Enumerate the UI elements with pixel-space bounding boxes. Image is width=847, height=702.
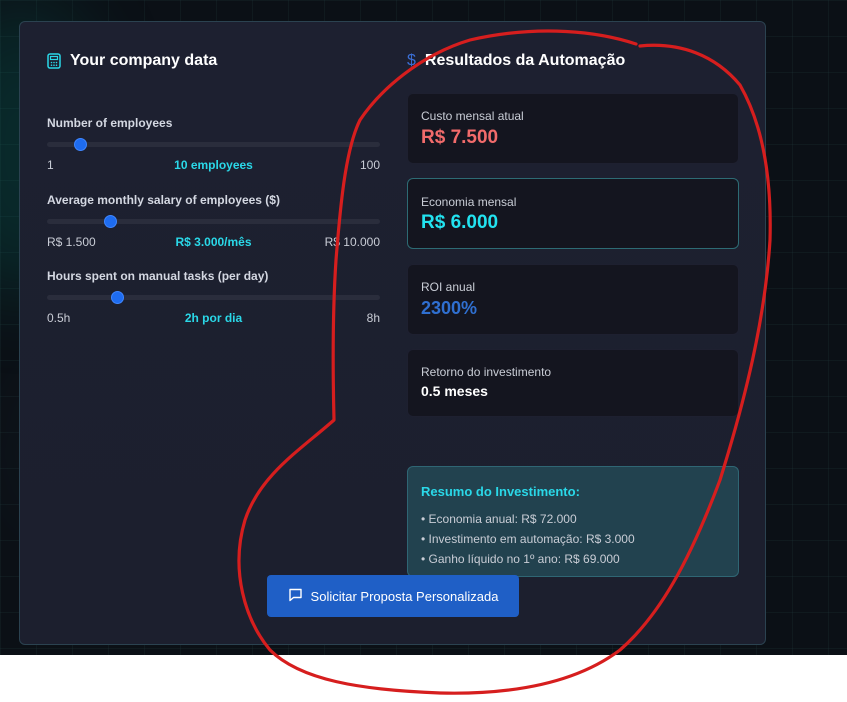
summary-item: • Economia anual: R$ 72.000: [421, 512, 577, 526]
current-cost-value: R$ 7.500: [421, 127, 499, 148]
employees-label: Number of employees: [47, 116, 173, 130]
dollar-icon: $: [407, 52, 416, 69]
company-data-section: Your company data Number of employees 1 …: [47, 50, 380, 325]
results-title: $ Resultados da Automação: [407, 50, 739, 72]
results-title-text: Resultados da Automação: [424, 52, 626, 69]
request-proposal-button[interactable]: Solicitar Proposta Personalizada: [267, 575, 519, 617]
salary-slider-thumb[interactable]: [104, 215, 118, 228]
summary-item: • Ganho líquido no 1º ano: R$ 69.000: [421, 552, 620, 566]
results-section: $ Resultados da Automação Custo mensal a…: [407, 50, 739, 577]
hours-slider-thumb[interactable]: [110, 291, 124, 304]
monthly-savings-card: Economia mensal R$ 6.000: [407, 178, 739, 249]
summary-item: • Investimento em automação: R$ 3.000: [421, 532, 635, 546]
annual-roi-value: 2300%: [421, 298, 478, 318]
current-cost-label: Custo mensal atual: [421, 109, 524, 123]
calculator-icon: [47, 53, 61, 69]
monthly-savings-value: R$ 6.000: [421, 212, 499, 233]
salary-slider[interactable]: [47, 215, 380, 228]
message-icon: [288, 587, 303, 605]
salary-field: Average monthly salary of employees ($) …: [47, 193, 380, 249]
investment-summary-list: • Economia anual: R$ 72.000 • Investimen…: [421, 509, 635, 569]
hours-field: Hours spent on manual tasks (per day) 0.…: [47, 269, 380, 325]
hours-max: 8h: [366, 311, 380, 325]
salary-label: Average monthly salary of employees ($): [47, 193, 280, 207]
payback-card: Retorno do investimento 0.5 meses: [407, 349, 739, 417]
payback-label: Retorno do investimento: [421, 365, 552, 379]
roi-calculator-card: Your company data Number of employees 1 …: [19, 21, 766, 645]
employees-slider-thumb[interactable]: [74, 138, 88, 151]
payback-value: 0.5 meses: [421, 383, 488, 399]
company-data-title-text: Your company data: [70, 52, 218, 69]
investment-summary: Resumo do Investimento: • Economia anual…: [407, 466, 739, 577]
employees-current-value: 10 employees: [174, 158, 253, 172]
salary-max: R$ 10.000: [324, 235, 380, 249]
employees-slider[interactable]: [47, 138, 380, 151]
investment-summary-title: Resumo do Investimento:: [421, 484, 580, 499]
employees-field: Number of employees 1 10 employees 100: [47, 116, 380, 172]
hours-label: Hours spent on manual tasks (per day): [47, 269, 269, 283]
hours-slider[interactable]: [47, 291, 380, 304]
request-proposal-label: Solicitar Proposta Personalizada: [310, 588, 499, 604]
company-data-title: Your company data: [47, 50, 380, 72]
annual-roi-label: ROI anual: [421, 280, 476, 294]
employees-max: 100: [359, 158, 380, 172]
monthly-savings-label: Economia mensal: [421, 195, 517, 209]
current-cost-card: Custo mensal atual R$ 7.500: [407, 93, 739, 164]
annual-roi-card: ROI anual 2300%: [407, 264, 739, 335]
hours-current-value: 2h por dia: [184, 311, 243, 325]
